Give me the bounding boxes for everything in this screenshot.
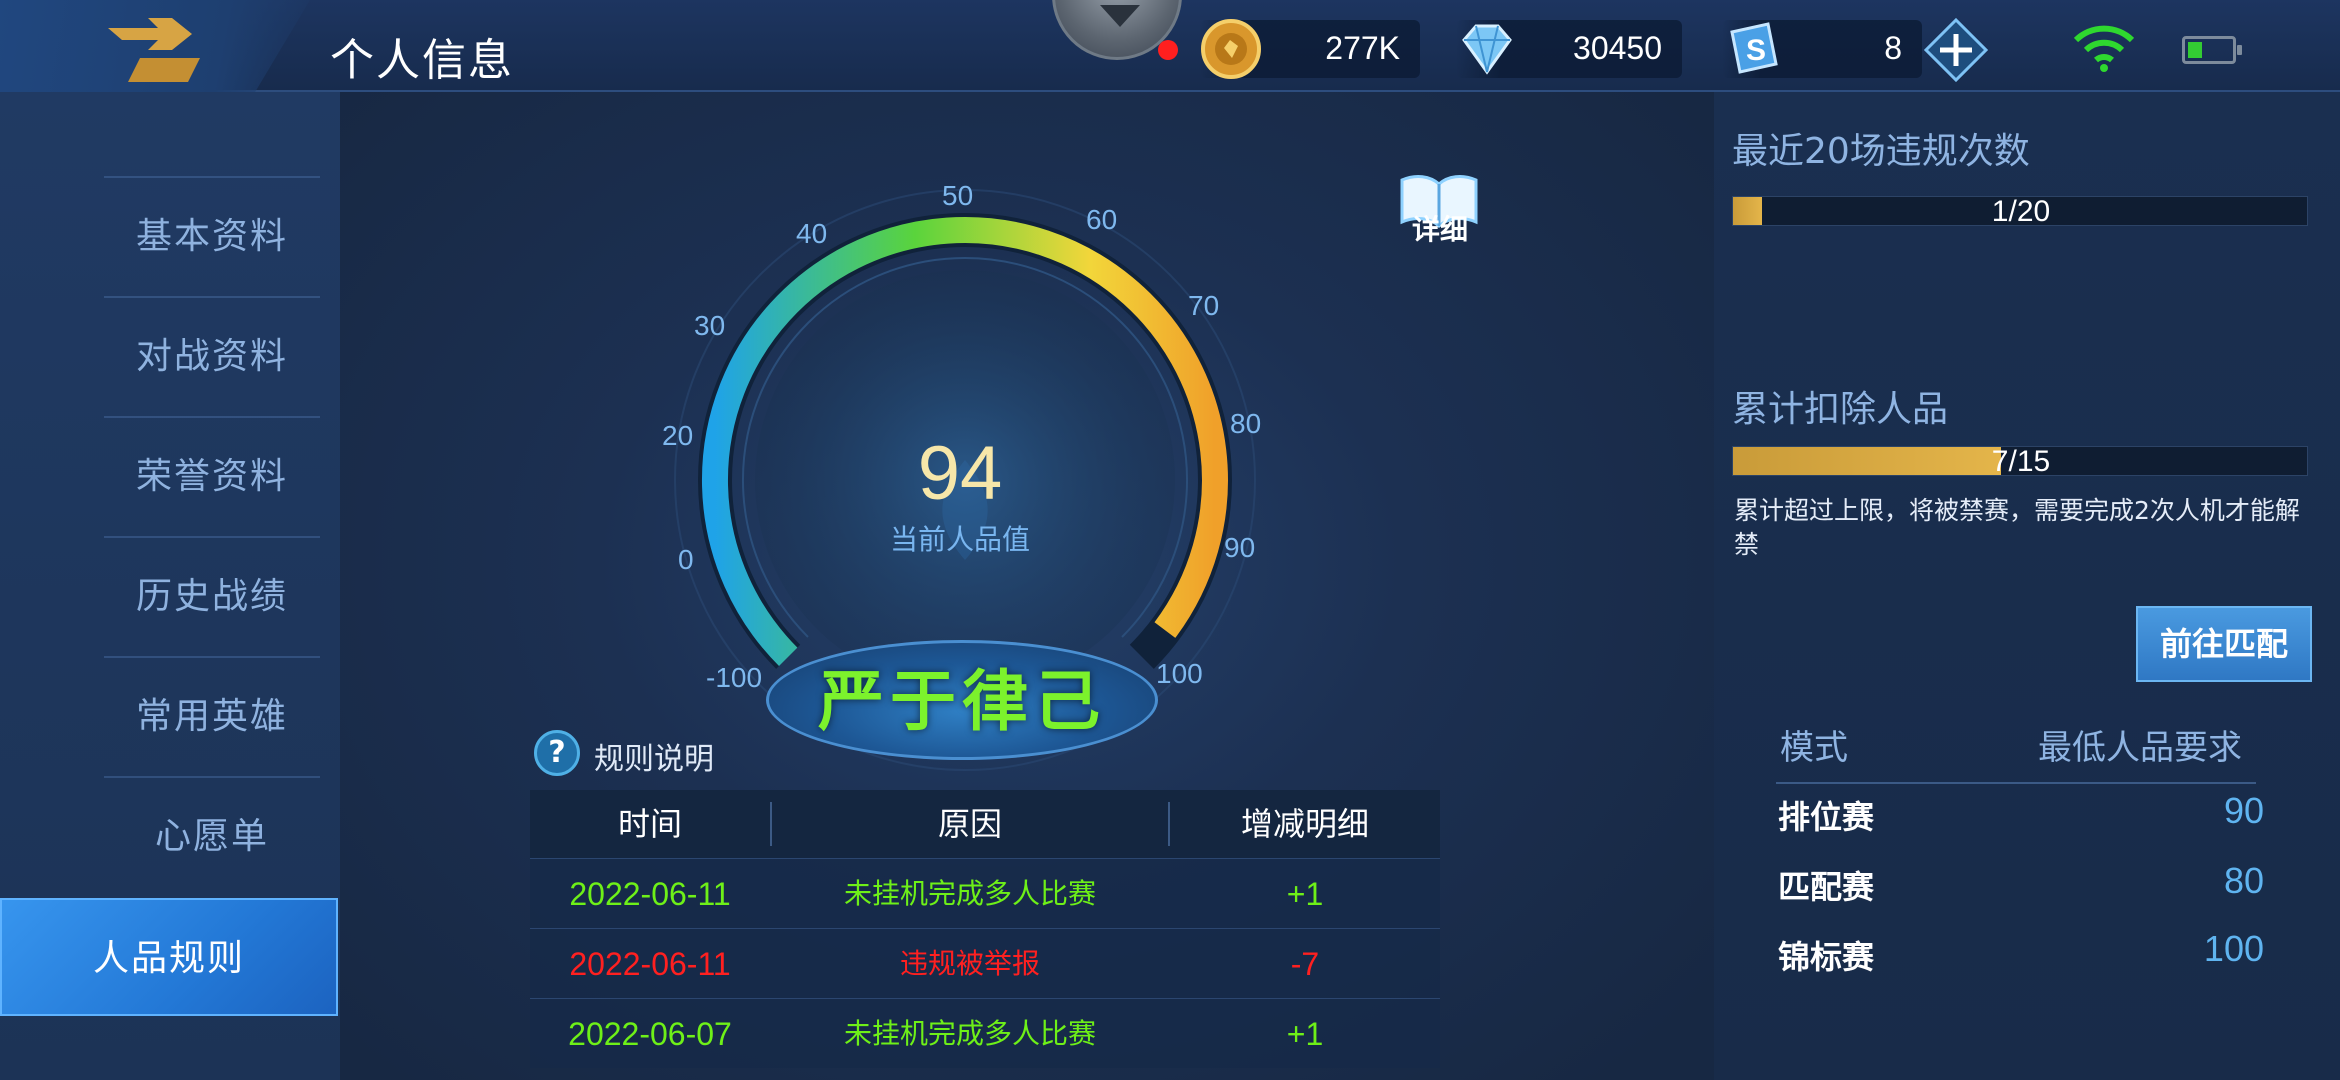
deductions-title: 累计扣除人品 [1732,389,1949,430]
diamond-icon [1462,24,1512,75]
table-header: 时间 原因 增减明细 [530,790,1440,858]
violations-progress-text: 1/20 [1991,195,2051,228]
voucher-value: 8 [1884,30,1902,66]
sidebar-item-credit-rules[interactable]: 人品规则 [0,898,338,1016]
gauge-tick-label: 90 [1224,532,1256,563]
mode-min-credit: 100 [2203,928,2264,969]
violations-progress-bar: 1/20 [1732,195,2308,228]
sidebar: 基本资料 对战资料 荣誉资料 历史战绩 常用英雄 心愿单 人品规则 [0,92,340,1080]
mode-min-credit: 80 [2223,860,2264,901]
gauge-tick-label: 100 [1156,658,1203,689]
violations-title: 最近20场违规次数 [1732,131,2030,172]
wifi-icon [2073,25,2135,72]
gauge-tick-label: -100 [706,662,763,693]
current-credit-score: 94 [917,431,1003,516]
top-bar: 个人信息 277K 30450 S 8 [0,0,2340,104]
gauge-tick-label: 80 [1230,408,1262,439]
gauge-tick-label: 30 [694,310,726,341]
gold-counter: 277K [1200,19,1420,79]
sidebar-item-history[interactable]: 历史战绩 [104,536,320,654]
rating-title: 严于律己 [818,663,1106,740]
gauge-tick-label: 50 [942,180,974,211]
gauge-tick-label: 60 [1086,204,1118,235]
deductions-progress-text: 7/15 [1991,445,2051,478]
sidebar-item-battle-info[interactable]: 对战资料 [104,296,320,414]
notification-dot [1158,40,1178,60]
row-delta: +1 [1286,1016,1324,1052]
mode-name: 锦标赛 [1778,938,1875,976]
recharge-plus-button[interactable] [1924,18,1988,82]
rules-help-icon[interactable]: ? [534,730,580,776]
row-delta: +1 [1286,876,1324,912]
row-date: 2022-06-11 [569,946,731,982]
sidebar-item-basic-info[interactable]: 基本资料 [104,176,320,294]
deductions-note: 累计超过上限，将被禁赛，需要完成2次人机才能解禁 [1734,496,2300,559]
go-match-button[interactable]: 前往匹配 [2136,606,2312,682]
gauge-tick-label: 0 [678,544,694,575]
column-header-reason: 原因 [937,805,1002,843]
gold-value: 277K [1325,30,1400,66]
down-arrow-icon [1100,5,1140,27]
battery-icon [2182,36,2242,64]
row-date: 2022-06-07 [568,1016,732,1052]
sidebar-item-honor-info[interactable]: 荣誉资料 [104,416,320,534]
mode-name: 排位赛 [1778,798,1875,836]
sidebar-item-wishlist[interactable]: 心愿单 [104,776,320,894]
mode-min-credit: 90 [2223,790,2264,831]
modes-divider [1776,782,2256,784]
diamond-value: 30450 [1573,30,1662,66]
back-arrow-icon [108,18,200,82]
gauge-tick-label: 40 [796,218,828,249]
rules-link[interactable]: 规则说明 [594,734,714,778]
sidebar-item-heroes[interactable]: 常用英雄 [104,656,320,774]
column-header-time: 时间 [617,805,682,843]
gold-coin-icon [1201,19,1261,79]
table-row: 2022-06-11 未挂机完成多人比赛 +1 [530,858,1440,928]
current-credit-label: 当前人品值 [889,523,1030,556]
page-title: 个人信息 [330,35,514,86]
deductions-progress-bar: 7/15 [1732,445,2308,478]
back-button[interactable] [0,0,310,104]
detail-button-label[interactable]: 详细 [1400,208,1480,248]
gauge-tick-label: 70 [1188,290,1220,321]
column-header-delta: 增减明细 [1240,805,1369,843]
row-reason: 未挂机完成多人比赛 [843,877,1096,910]
mode-name: 匹配赛 [1778,868,1875,906]
row-reason: 未挂机完成多人比赛 [843,1017,1096,1050]
modes-header-requirement: 最低人品要求 [2038,728,2242,768]
svg-text:S: S [1746,34,1766,67]
diamond-counter: 30450 [1456,20,1682,78]
voucher-icon: S [1730,22,1778,74]
credit-history-table: 时间 原因 增减明细 2022-06-11 未挂机完成多人比赛 +1 2022-… [530,790,1440,1070]
table-row: 2022-06-07 未挂机完成多人比赛 +1 [530,998,1440,1068]
gauge-tick-label: 20 [662,420,694,451]
row-delta: -7 [1290,946,1320,982]
voucher-counter: S 8 [1722,20,1922,78]
modes-header-mode: 模式 [1780,728,1848,768]
row-date: 2022-06-11 [569,876,731,912]
row-reason: 违规被举报 [899,947,1040,980]
table-row: 2022-06-11 违规被举报 -7 [530,928,1440,998]
